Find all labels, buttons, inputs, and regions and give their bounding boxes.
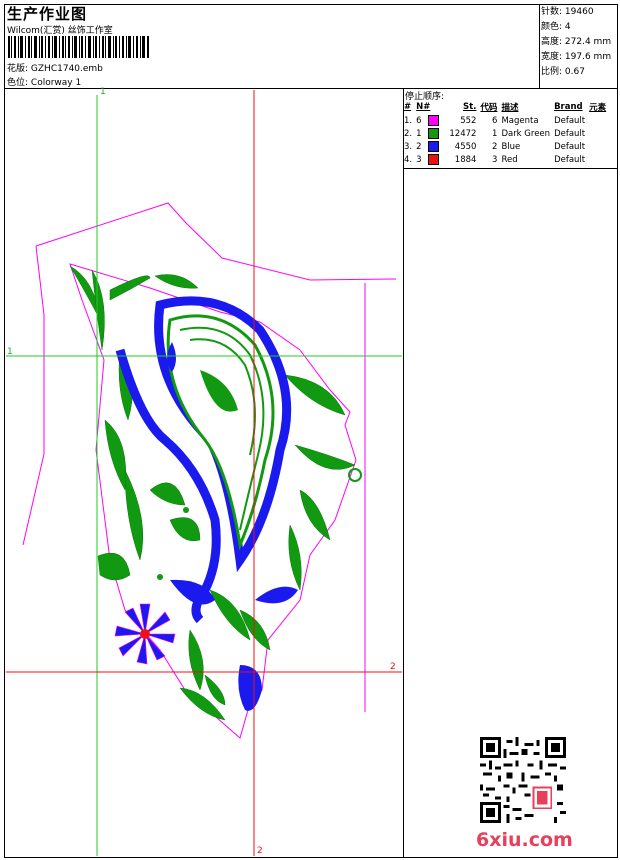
embroidery-design [6, 90, 402, 856]
guide-label-green-v: 1 [100, 87, 106, 97]
guide-label-green-h: 1 [7, 347, 13, 357]
garment-outline [35, 202, 397, 281]
guide-label-red-v: 2 [257, 846, 263, 856]
garment-outline-left [22, 245, 45, 546]
qr-code [480, 737, 566, 823]
flower [114, 603, 176, 665]
watermark-logo: 6xiu.com [476, 829, 573, 851]
guide-label-red-h: 2 [390, 662, 396, 672]
